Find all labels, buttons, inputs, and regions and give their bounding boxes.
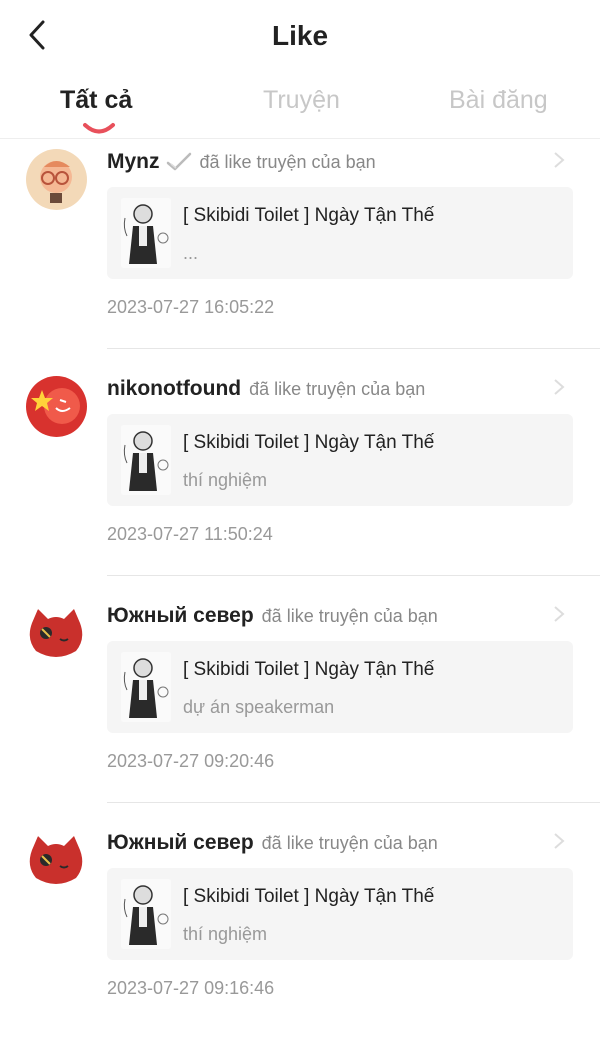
story-cover-icon [121, 879, 171, 949]
list-item: nikonotfound đã like truyện của bạn [ Sk… [0, 366, 600, 593]
name-line: Южный север đã like truyện của bạn [107, 828, 547, 858]
story-subtitle: thí nghiệm [183, 924, 268, 944]
name-line: nikonotfound đã like truyện của bạn [107, 374, 547, 404]
tab-all[interactable]: Tất cả [60, 86, 132, 115]
avatar[interactable] [26, 603, 87, 664]
user-avatar-icon [26, 376, 87, 437]
action-text: đã like truyện của bạn [249, 378, 426, 399]
action-text: đã like truyện của bạn [261, 832, 438, 853]
story-thumbnail [121, 652, 171, 722]
top-bar: Like [0, 0, 600, 72]
story-title: [ Skibidi Toilet ] Ngày Tận Thế [183, 886, 435, 907]
chevron-right-icon[interactable] [552, 605, 566, 623]
divider [107, 575, 600, 576]
chevron-right-icon[interactable] [552, 151, 566, 169]
tab-posts[interactable]: Bài đăng [449, 86, 548, 115]
username[interactable]: nikonotfound [107, 377, 241, 401]
avatar[interactable] [26, 830, 87, 891]
notification-list: Mynz đã like truyện của bạn [Skibidi To… [0, 139, 600, 1047]
story-subtitle: thí nghiệm [183, 470, 268, 490]
user-avatar-icon [26, 603, 87, 664]
story-thumbnail [121, 879, 171, 949]
tab-bar: Tất cả Truyện Bài đăng [0, 78, 600, 138]
user-avatar-icon [26, 830, 87, 891]
story-cover-icon [121, 425, 171, 495]
timestamp: 2023-07-27 16:05:22 [107, 297, 275, 317]
story-title: [ Skibidi Toilet ] Ngày Tận Thế [183, 205, 435, 226]
divider [107, 348, 600, 349]
tab-stories[interactable]: Truyện [263, 86, 340, 115]
avatar[interactable] [26, 149, 87, 210]
list-item: Южный север đã like truyện của bạn [ Ski… [0, 593, 600, 820]
story-subtitle: dự án speakerman [183, 697, 335, 717]
story-cover-icon [121, 198, 171, 268]
story-title: [ Skibidi Toilet ] Ngày Tận Thế [183, 659, 435, 680]
timestamp: 2023-07-27 09:20:46 [107, 751, 275, 771]
username[interactable]: Южный север [107, 604, 254, 628]
chevron-right-icon[interactable] [552, 378, 566, 396]
list-item: Южный север đã like truyện của bạn [ Ski… [0, 820, 600, 1047]
avatar[interactable] [26, 376, 87, 437]
chevron-right-icon[interactable] [552, 832, 566, 850]
story-card[interactable]: [ Skibidi Toilet ] Ngày Tận Thế thí nghi… [107, 868, 573, 960]
timestamp: 2023-07-27 09:16:46 [107, 978, 275, 998]
user-avatar-icon [26, 149, 87, 210]
story-card[interactable]: [ Skibidi Toilet ] Ngày Tận Thế dự án sp… [107, 641, 573, 733]
action-text: đã like truyện của bạn [199, 151, 376, 172]
story-title: [ Skibidi Toilet ] Ngày Tận Thế [183, 432, 435, 453]
story-card[interactable]: [ Skibidi Toilet ] Ngày Tận Thế ... [107, 187, 573, 279]
story-card[interactable]: [ Skibidi Toilet ] Ngày Tận Thế thí nghi… [107, 414, 573, 506]
action-text: đã like truyện của bạn [261, 605, 438, 626]
timestamp: 2023-07-27 11:50:24 [107, 524, 273, 544]
verified-badge-icon [166, 152, 192, 172]
story-cover-icon [121, 652, 171, 722]
username[interactable]: Mynz [107, 150, 160, 174]
story-subtitle: ... [183, 243, 199, 263]
list-item: Mynz đã like truyện của bạn [Skibidi To… [0, 139, 600, 366]
name-line: Mynz đã like truyện của bạn [107, 147, 547, 177]
story-thumbnail [121, 198, 171, 268]
divider [107, 802, 600, 803]
username[interactable]: Южный север [107, 831, 254, 855]
story-thumbnail [121, 425, 171, 495]
page-title: Like [271, 20, 329, 51]
active-tab-indicator [83, 123, 115, 134]
name-line: Южный север đã like truyện của bạn [107, 601, 547, 631]
